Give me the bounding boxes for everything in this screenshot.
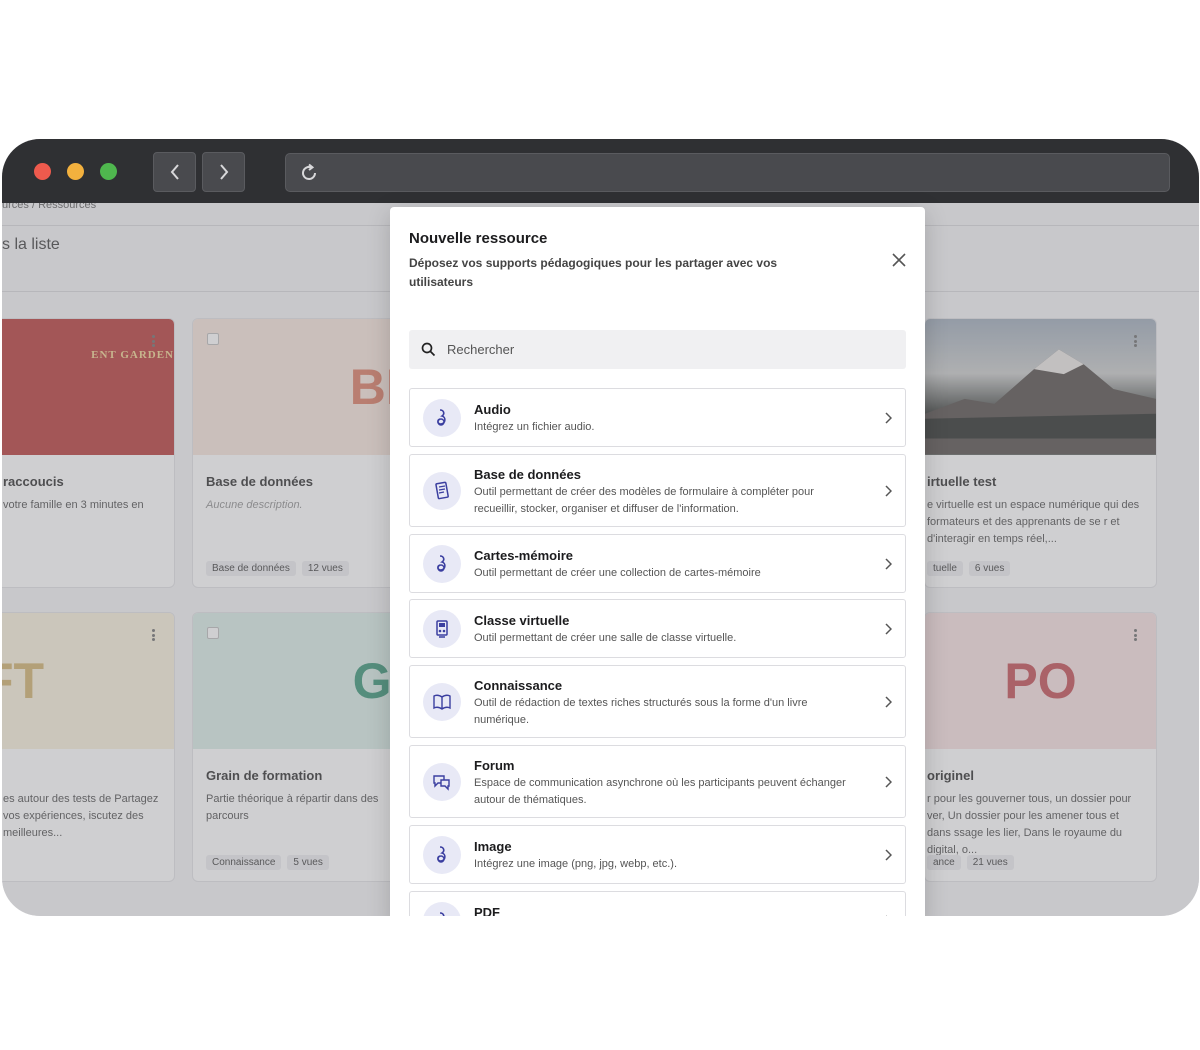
minimize-window-button[interactable] (67, 163, 84, 180)
forward-button[interactable] (202, 152, 245, 192)
modal-title: Nouvelle ressource (409, 230, 548, 247)
browser-toolbar (2, 139, 1199, 203)
image-icon (423, 836, 461, 874)
item-title: Image (474, 839, 512, 854)
virtual-class-icon (423, 610, 461, 648)
search-icon (421, 342, 436, 357)
item-title: Connaissance (474, 678, 563, 693)
resource-type-virtual-class[interactable]: Classe virtuelle Outil permettant de cré… (409, 599, 906, 658)
chevron-left-icon (170, 164, 179, 180)
item-title: Forum (474, 758, 515, 773)
chevron-right-icon (885, 485, 892, 497)
search-input[interactable]: Rechercher (409, 330, 906, 369)
resource-type-image[interactable]: Image Intégrez une image (png, jpg, webp… (409, 825, 906, 884)
item-title: Classe virtuelle (474, 613, 570, 628)
resource-type-knowledge[interactable]: Connaissance Outil de rédaction de texte… (409, 665, 906, 738)
search-placeholder: Rechercher (447, 342, 515, 357)
pdf-icon (423, 902, 461, 916)
resource-type-audio[interactable]: Audio Intégrez un fichier audio. (409, 388, 906, 447)
reload-icon[interactable] (298, 162, 320, 184)
chevron-right-icon (885, 696, 892, 708)
resource-type-forum[interactable]: Forum Espace de communication asynchrone… (409, 745, 906, 818)
item-title: Base de données (474, 467, 581, 482)
item-description: Outil permettant de créer des modèles de… (474, 486, 814, 515)
chevron-right-icon (885, 558, 892, 570)
item-title: Audio (474, 402, 511, 417)
book-icon (423, 683, 461, 721)
item-description: Outil de rédaction de textes riches stru… (474, 697, 808, 726)
item-description: Outil permettant de créer une salle de c… (474, 632, 737, 644)
resource-type-flashcards[interactable]: Cartes-mémoire Outil permettant de créer… (409, 534, 906, 593)
resource-type-pdf[interactable]: PDF (409, 891, 906, 916)
back-button[interactable] (153, 152, 196, 192)
address-bar[interactable] (285, 153, 1170, 192)
maximize-window-button[interactable] (100, 163, 117, 180)
forum-icon (423, 763, 461, 801)
item-title: Cartes-mémoire (474, 548, 573, 563)
item-description: Outil permettant de créer une collection… (474, 567, 761, 579)
chevron-right-icon (885, 849, 892, 861)
item-description: Espace de communication asynchrone où le… (474, 777, 846, 806)
chevron-right-icon (885, 623, 892, 635)
chevron-right-icon (219, 164, 228, 180)
close-icon[interactable] (890, 251, 908, 269)
chevron-right-icon (885, 412, 892, 424)
resource-type-database[interactable]: Base de données Outil permettant de crée… (409, 454, 906, 527)
close-window-button[interactable] (34, 163, 51, 180)
chevron-right-icon (885, 776, 892, 788)
modal-subtitle: Déposez vos supports pédagogiques pour l… (409, 256, 778, 289)
chevron-right-icon (886, 915, 888, 916)
database-icon (423, 472, 461, 510)
item-description: Intégrez un fichier audio. (474, 421, 595, 433)
item-description: Intégrez une image (png, jpg, webp, etc.… (474, 858, 678, 870)
flashcards-icon (423, 545, 461, 583)
browser-window: urces / Ressources s la liste ENT GARDEN… (2, 139, 1199, 916)
audio-icon (423, 399, 461, 437)
item-title: PDF (474, 905, 500, 916)
new-resource-modal: Nouvelle ressource Déposez vos supports … (390, 207, 925, 916)
